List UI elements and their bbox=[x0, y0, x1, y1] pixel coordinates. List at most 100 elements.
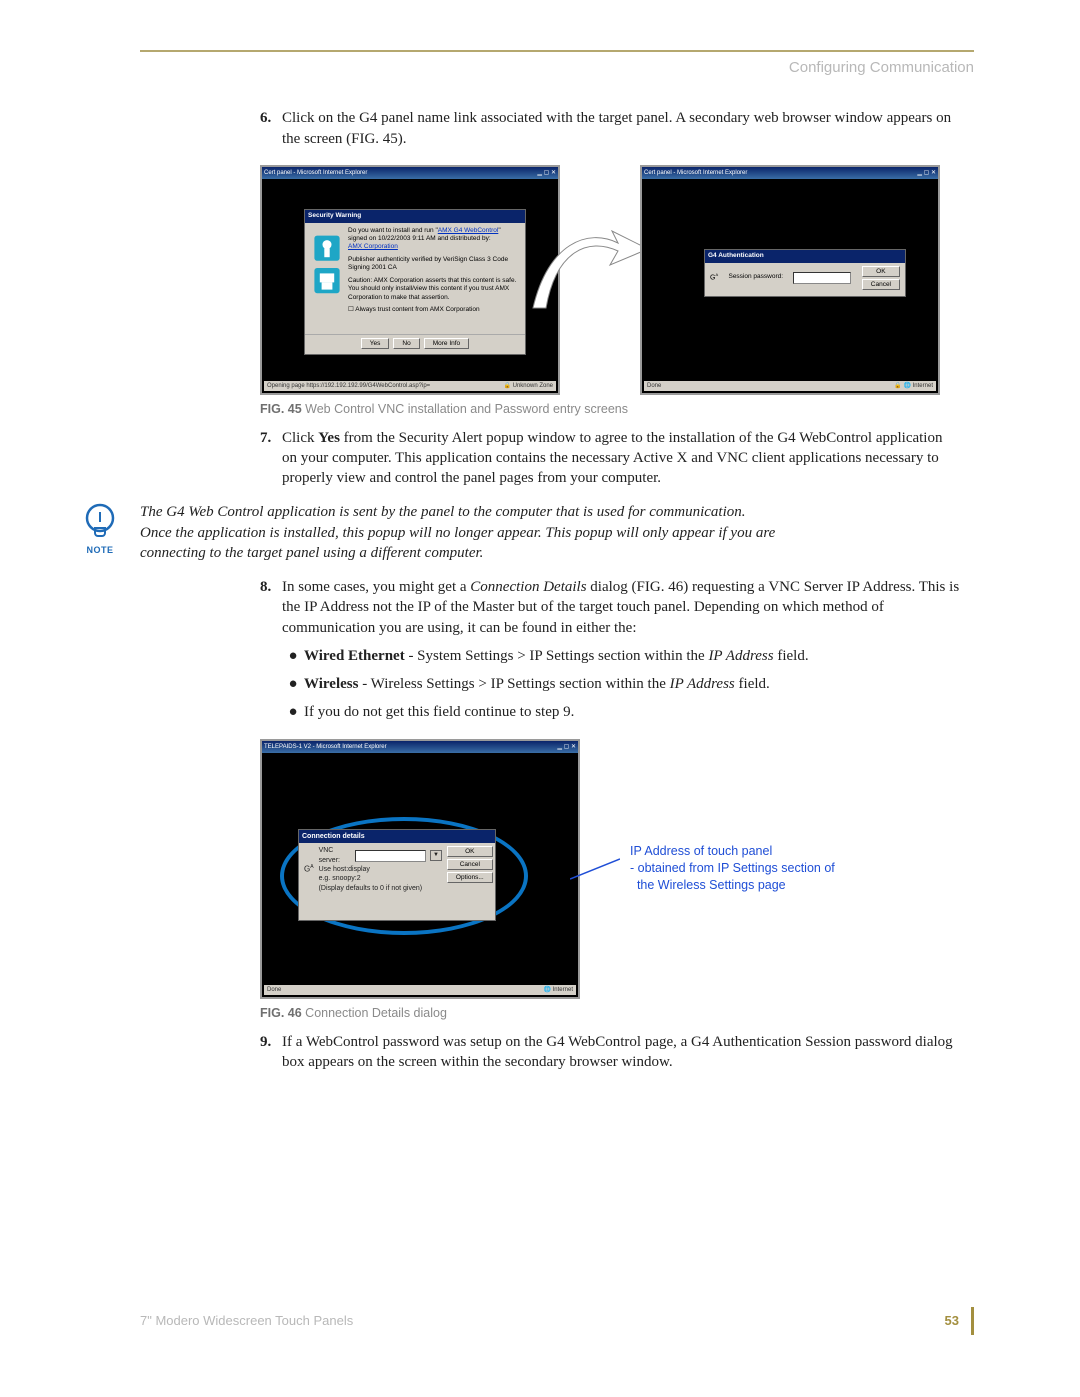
ie-titlebar-left: Cert panel - Microsoft Internet Explorer… bbox=[262, 167, 558, 179]
no-button[interactable]: No bbox=[393, 338, 419, 349]
wired-f: IP Address bbox=[708, 648, 773, 664]
signed-content-link[interactable]: AMX G4 WebControl bbox=[438, 227, 499, 234]
bullet-list: ● Wired Ethernet - System Settings > IP … bbox=[282, 646, 960, 723]
step-6: 6. Click on the G4 panel name link assoc… bbox=[260, 108, 960, 149]
step-9-number: 9. bbox=[260, 1032, 282, 1073]
trust-checkbox-label[interactable]: Always trust content from AMX Corporatio… bbox=[355, 306, 479, 313]
session-password-input[interactable] bbox=[793, 272, 851, 284]
sec-line2: Publisher authenticity verified by VeriS… bbox=[348, 256, 518, 273]
status-done2: Done bbox=[267, 986, 281, 994]
note-block: NOTE The G4 Web Control application is s… bbox=[80, 502, 780, 563]
page-footer: 7" Modero Widescreen Touch Panels 53 bbox=[140, 1307, 974, 1335]
zone-internet2: Internet bbox=[553, 987, 573, 993]
shield-icon bbox=[309, 227, 345, 331]
cancel-button[interactable]: Cancel bbox=[447, 859, 493, 870]
ie-title-right: Cert panel - Microsoft Internet Explorer bbox=[644, 169, 747, 177]
ie-title-left: Cert panel - Microsoft Internet Explorer bbox=[264, 169, 367, 177]
ie-titlebar-right: Cert panel - Microsoft Internet Explorer… bbox=[642, 167, 938, 179]
hint2: e.g. snoopy:2 bbox=[319, 874, 442, 883]
step-8-text: In some cases, you might get a Connectio… bbox=[282, 577, 960, 638]
connection-details-dialog: Connection details GA VNC server: ▼ Use … bbox=[298, 829, 496, 921]
note-icon: NOTE bbox=[80, 502, 120, 556]
wired-t: field. bbox=[774, 648, 809, 664]
wl-t: field. bbox=[735, 676, 770, 692]
wired-b: Wired Ethernet bbox=[304, 648, 405, 664]
section-title: Configuring Communication bbox=[140, 58, 974, 78]
bullet-wireless: ● Wireless - Wireless Settings > IP Sett… bbox=[282, 674, 960, 694]
vnc-server-label: VNC server: bbox=[319, 846, 352, 865]
window-controls-icon: ▁ ▢ ✕ bbox=[537, 169, 556, 177]
zone-label: Unknown Zone bbox=[513, 383, 553, 389]
options-button[interactable]: Options... bbox=[447, 872, 493, 883]
bullet-dot-icon: ● bbox=[282, 646, 304, 666]
lightbulb-icon bbox=[83, 502, 117, 542]
status-left: Opening page https://192.192.192.99/G4We… bbox=[267, 382, 430, 390]
callout-line bbox=[570, 819, 620, 939]
bullet-dot-icon: ● bbox=[282, 674, 304, 694]
fig45-caption: Web Control VNC installation and Passwor… bbox=[302, 402, 628, 416]
figure-46: TELEPAIDS-1 V2 - Microsoft Internet Expl… bbox=[260, 739, 960, 1022]
s7-yes: Yes bbox=[318, 430, 340, 446]
annot-1: IP Address of touch panel bbox=[630, 843, 835, 860]
step-9-text: If a WebControl password was setup on th… bbox=[282, 1032, 960, 1073]
status-done: Done bbox=[647, 382, 661, 390]
security-warning-title: Security Warning bbox=[305, 210, 525, 223]
wired-r: - System Settings > IP Settings section … bbox=[405, 648, 709, 664]
hint3: (Display defaults to 0 if not given) bbox=[319, 884, 442, 893]
wl-b: Wireless bbox=[304, 676, 358, 692]
note-text: The G4 Web Control application is sent b… bbox=[140, 502, 780, 563]
fig46-label: FIG. 46 bbox=[260, 1006, 302, 1020]
wl-f: IP Address bbox=[670, 676, 735, 692]
bullet-dot-icon: ● bbox=[282, 702, 304, 722]
step-6-number: 6. bbox=[260, 108, 282, 149]
sec-t1a: Do you want to install and run " bbox=[348, 227, 438, 234]
bullet-wired: ● Wired Ethernet - System Settings > IP … bbox=[282, 646, 960, 666]
ok-button[interactable]: OK bbox=[447, 846, 493, 857]
figure-45: Cert panel - Microsoft Internet Explorer… bbox=[260, 165, 960, 418]
more-info-button[interactable]: More Info bbox=[424, 338, 469, 349]
step-7-number: 7. bbox=[260, 428, 282, 489]
annot-3: the Wireless Settings page bbox=[630, 877, 835, 894]
ie-window-right: Cert panel - Microsoft Internet Explorer… bbox=[640, 165, 940, 395]
s8-cd: Connection Details bbox=[470, 579, 586, 595]
session-password-label: Session password: bbox=[728, 273, 783, 282]
step-8: 8. In some cases, you might get a Connec… bbox=[260, 577, 960, 638]
footer-doc-title: 7" Modero Widescreen Touch Panels bbox=[140, 1312, 353, 1330]
fig46-caption: Connection Details dialog bbox=[302, 1006, 447, 1020]
zone-internet: Internet bbox=[913, 383, 933, 389]
chevron-down-icon[interactable]: ▼ bbox=[430, 850, 442, 860]
footer-bar bbox=[971, 1307, 974, 1335]
step-7: 7. Click Yes from the Security Alert pop… bbox=[260, 428, 960, 489]
window-controls-icon: ▁ ▢ ✕ bbox=[917, 169, 936, 177]
step-6-text: Click on the G4 panel name link associat… bbox=[282, 108, 960, 149]
s7-a: Click bbox=[282, 430, 318, 446]
arrow-icon bbox=[528, 213, 658, 333]
bullet-noget: ● If you do not get this field continue … bbox=[282, 702, 960, 722]
g4-auth-dialog: G4 Authentication GA Session password: O… bbox=[704, 249, 906, 297]
yes-button[interactable]: Yes bbox=[361, 338, 390, 349]
security-warning-dialog: Security Warning bbox=[304, 209, 526, 355]
window-controls-icon: ▁ ▢ ✕ bbox=[557, 743, 576, 751]
cancel-button[interactable]: Cancel bbox=[862, 279, 900, 290]
ie-window-left: Cert panel - Microsoft Internet Explorer… bbox=[260, 165, 560, 395]
fig46-annotation: IP Address of touch panel - obtained fro… bbox=[630, 843, 835, 894]
ie-title-conn: TELEPAIDS-1 V2 - Microsoft Internet Expl… bbox=[264, 743, 387, 751]
annot-2: - obtained from IP Settings section of bbox=[630, 860, 835, 877]
note-label: NOTE bbox=[80, 544, 120, 556]
step-9: 9. If a WebControl password was setup on… bbox=[260, 1032, 960, 1073]
wl-r: - Wireless Settings > IP Settings sectio… bbox=[358, 676, 669, 692]
ok-button[interactable]: OK bbox=[862, 266, 900, 277]
conn-title: Connection details bbox=[299, 830, 495, 843]
publisher-link[interactable]: AMX Corporation bbox=[348, 243, 398, 250]
noget-text: If you do not get this field continue to… bbox=[304, 702, 574, 722]
hint1: Use host:display bbox=[319, 865, 442, 874]
page-number: 53 bbox=[945, 1312, 959, 1330]
top-rule bbox=[140, 50, 974, 52]
vnc-server-input[interactable] bbox=[355, 850, 426, 862]
s8-a: In some cases, you might get a bbox=[282, 579, 470, 595]
g4-auth-title: G4 Authentication bbox=[705, 250, 905, 263]
step-7-text: Click Yes from the Security Alert popup … bbox=[282, 428, 960, 489]
step-8-number: 8. bbox=[260, 577, 282, 638]
sec-msg: Do you want to install and run "AMX G4 W… bbox=[348, 227, 518, 244]
fig45-label: FIG. 45 bbox=[260, 402, 302, 416]
